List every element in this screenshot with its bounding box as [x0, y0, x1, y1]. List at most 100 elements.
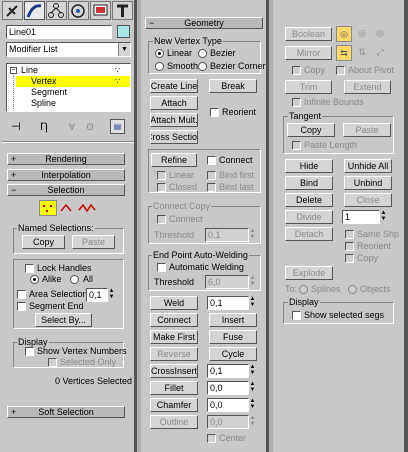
- object-color-swatch[interactable]: [117, 25, 130, 38]
- paste-length-checkbox[interactable]: [292, 141, 301, 150]
- rollout-rendering[interactable]: + Rendering: [7, 153, 125, 165]
- automatic-welding-checkbox[interactable]: [157, 263, 166, 272]
- configure-modifier-sets-icon[interactable]: ▤: [110, 119, 125, 134]
- spinner-arrows-icon[interactable]: ▲ ▼: [249, 275, 256, 289]
- break-button[interactable]: Break: [209, 79, 257, 93]
- bind-first-checkbox[interactable]: [207, 171, 216, 180]
- spinner-arrows-icon[interactable]: ▲ ▼: [249, 364, 256, 378]
- spinner-arrows-icon[interactable]: ▲ ▼: [249, 398, 256, 412]
- closed-checkbox[interactable]: [157, 183, 166, 192]
- utilities-tab-icon[interactable]: [112, 1, 133, 20]
- unhide-all-button[interactable]: Unhide All: [344, 159, 392, 173]
- area-selection-spinner[interactable]: 0,1: [86, 288, 108, 302]
- make-first-button[interactable]: Make First: [150, 330, 198, 344]
- unbind-button[interactable]: Unbind: [344, 176, 392, 190]
- mirror-button[interactable]: Mirror: [285, 46, 332, 60]
- chamfer-spinner[interactable]: 0,0: [207, 398, 249, 412]
- outline-button[interactable]: Outline: [150, 415, 198, 429]
- infinite-bounds-checkbox[interactable]: [292, 98, 301, 107]
- make-unique-icon[interactable]: ∀: [64, 120, 80, 134]
- spinner-arrows-icon[interactable]: ▲ ▼: [380, 210, 387, 224]
- explode-button[interactable]: Explode: [285, 266, 333, 280]
- objects-radio[interactable]: [348, 285, 357, 294]
- tangent-paste-button[interactable]: Paste: [343, 123, 391, 137]
- chamfer-button[interactable]: Chamfer: [150, 398, 198, 412]
- stack-expand-icon[interactable]: −: [10, 67, 17, 74]
- pin-stack-icon[interactable]: ⊣: [8, 120, 24, 134]
- stack-item-spline[interactable]: Spline: [31, 98, 56, 109]
- bezier-corner-radio[interactable]: [198, 62, 207, 71]
- display-tab-icon[interactable]: [90, 1, 111, 20]
- alike-radio[interactable]: [30, 275, 39, 284]
- subtraction-icon[interactable]: ◎: [354, 26, 370, 42]
- trim-button[interactable]: Trim: [285, 80, 332, 94]
- spinner-arrows-icon[interactable]: ▲ ▼: [249, 415, 256, 429]
- cross-section-button[interactable]: Cross Section: [150, 130, 198, 144]
- spline-mode-icon[interactable]: [78, 200, 96, 216]
- show-end-result-icon[interactable]: Ƞ: [36, 120, 52, 134]
- create-tab-icon[interactable]: [2, 1, 23, 20]
- intersection-icon[interactable]: ◎: [372, 26, 388, 42]
- union-icon[interactable]: ◎: [336, 26, 352, 42]
- show-selected-segs-checkbox[interactable]: [292, 311, 301, 320]
- attach-mult-button[interactable]: Attach Mult.: [150, 113, 198, 127]
- reorient-checkbox[interactable]: [210, 108, 219, 117]
- segment-mode-icon[interactable]: [60, 200, 78, 216]
- copy-checkbox[interactable]: [292, 66, 301, 75]
- threshold-spinner[interactable]: 0,1: [205, 228, 249, 242]
- modifier-list-dropdown[interactable]: Modifier List ▼: [6, 42, 131, 57]
- divide-spinner[interactable]: 1: [342, 210, 380, 224]
- remove-modifier-icon[interactable]: ʘ: [82, 120, 98, 134]
- weld-spinner[interactable]: 0,1: [207, 296, 249, 310]
- stack-item-segment[interactable]: Segment: [31, 87, 67, 98]
- linear-checkbox[interactable]: [157, 171, 166, 180]
- detach-copy-checkbox[interactable]: [345, 254, 354, 263]
- object-name-field[interactable]: Line01: [6, 25, 112, 39]
- all-radio[interactable]: [70, 275, 79, 284]
- segment-end-checkbox[interactable]: [17, 302, 26, 311]
- hierarchy-tab-icon[interactable]: [46, 1, 67, 20]
- lock-handles-checkbox[interactable]: [25, 264, 34, 273]
- spinner-arrows-icon[interactable]: ▲ ▼: [249, 381, 256, 395]
- detach-button[interactable]: Detach: [285, 227, 333, 241]
- smooth-radio[interactable]: [155, 62, 164, 71]
- mirror-horizontal-icon[interactable]: ⇆: [336, 45, 352, 61]
- crossinsert-button[interactable]: CrossInsert: [150, 364, 198, 378]
- selected-only-checkbox[interactable]: [48, 358, 57, 367]
- spinner-arrows-icon[interactable]: ▲ ▼: [108, 288, 115, 302]
- cycle-button[interactable]: Cycle: [209, 347, 257, 361]
- linear-radio[interactable]: [155, 49, 164, 58]
- fuse-button[interactable]: Fuse: [209, 330, 257, 344]
- modify-tab-icon[interactable]: [24, 1, 45, 20]
- bind-button[interactable]: Bind: [285, 176, 333, 190]
- select-by-button[interactable]: Select By...: [35, 313, 92, 327]
- spinner-arrows-icon[interactable]: ▲ ▼: [249, 296, 256, 310]
- rollout-selection[interactable]: − Selection: [7, 184, 125, 196]
- spinner-arrows-icon[interactable]: ▲ ▼: [249, 228, 256, 242]
- chevron-down-icon[interactable]: ▼: [118, 43, 130, 56]
- paste-button[interactable]: Paste: [72, 235, 115, 249]
- attach-button[interactable]: Attach: [150, 96, 198, 110]
- rollout-geometry[interactable]: − Geometry: [145, 17, 263, 29]
- connect-copy-checkbox[interactable]: [157, 215, 166, 224]
- same-shp-checkbox[interactable]: [345, 230, 354, 239]
- area-selection-checkbox[interactable]: [17, 290, 26, 299]
- refine-button[interactable]: Refine: [151, 153, 197, 167]
- vertex-mode-icon[interactable]: [39, 200, 57, 216]
- bezier-radio[interactable]: [198, 49, 207, 58]
- rollout-interpolation[interactable]: + Interpolation: [7, 169, 125, 181]
- crossinsert-spinner[interactable]: 0,1: [207, 364, 249, 378]
- copy-button[interactable]: Copy: [22, 235, 65, 249]
- mirror-both-icon[interactable]: ⤢: [372, 45, 388, 61]
- center-checkbox[interactable]: [207, 434, 216, 443]
- fillet-button[interactable]: Fillet: [150, 381, 198, 395]
- bind-last-checkbox[interactable]: [207, 183, 216, 192]
- fillet-spinner[interactable]: 0,0: [207, 381, 249, 395]
- reverse-button[interactable]: Reverse: [150, 347, 198, 361]
- insert-button[interactable]: Insert: [209, 313, 257, 327]
- show-vertex-numbers-checkbox[interactable]: [25, 347, 34, 356]
- create-line-button[interactable]: Create Line: [150, 79, 198, 93]
- detach-reorient-checkbox[interactable]: [345, 242, 354, 251]
- left-scrollbar[interactable]: [137, 0, 141, 452]
- rollout-soft-selection[interactable]: + Soft Selection: [7, 406, 125, 418]
